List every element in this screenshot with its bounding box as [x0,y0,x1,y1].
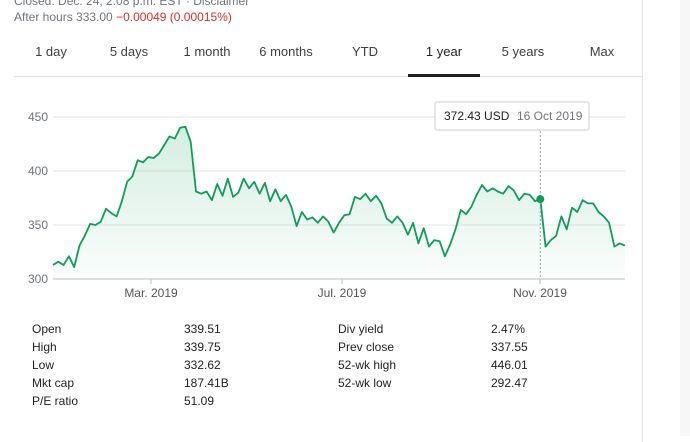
x-tick-label: Jul. 2019 [318,286,367,300]
x-tick-label: Mar. 2019 [124,286,178,300]
stat-label: Mkt cap [32,376,75,390]
stat-value: 51.09 [184,394,215,408]
y-tick-label: 300 [28,272,48,286]
stat-value: 339.75 [184,340,221,354]
stat-label: Prev close [338,340,395,354]
y-tick-label: 350 [28,218,48,232]
stat-label: High [32,340,57,354]
x-tick-label: Nov. 2019 [513,286,567,300]
stat-label: Low [32,358,55,372]
stat-label: Div yield [338,322,384,336]
stat-value: 292.47 [491,376,528,390]
stat-label: 52-wk low [338,376,392,390]
y-tick-label: 400 [28,164,48,178]
hover-point [536,195,545,204]
stat-value: 332.62 [184,358,221,372]
stat-label: P/E ratio [32,394,79,408]
stat-label: 52-wk high [338,358,397,372]
stat-value: 339.51 [184,322,221,336]
tooltip-date: 16 Oct 2019 [517,109,583,123]
stat-value: 187.41B [184,376,229,390]
y-tick-label: 450 [28,110,48,124]
stat-value: 2.47% [491,322,526,336]
stat-value: 337.55 [491,340,528,354]
hover-tooltip: 372.43 USD 16 Oct 2019 [434,101,590,131]
tooltip-price: 372.43 USD [444,109,510,123]
stat-label: Open [32,322,62,336]
stat-value: 446.01 [491,358,528,372]
